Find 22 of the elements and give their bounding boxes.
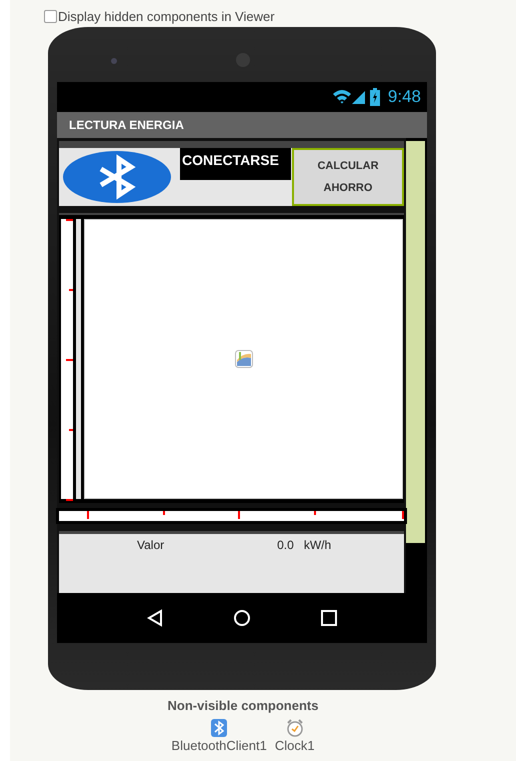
- back-icon[interactable]: [146, 609, 164, 627]
- section-title: Non-visible components: [168, 698, 318, 713]
- hidden-components-option[interactable]: Display hidden components in Viewer: [10, 0, 516, 25]
- chart-icon: [234, 350, 252, 368]
- value-label: Valor: [137, 538, 164, 552]
- bluetooth-icon[interactable]: [211, 719, 228, 737]
- camera-icon: [111, 58, 117, 64]
- home-icon[interactable]: [232, 609, 251, 627]
- wifi-signal-icon: [332, 88, 366, 106]
- calculate-button[interactable]: CALCULAR AHORRO: [292, 148, 404, 206]
- component-name: Clock1: [274, 738, 315, 753]
- checkbox[interactable]: [44, 10, 57, 22]
- value-reading: 0.0: [277, 538, 294, 552]
- alarm-clock-icon[interactable]: [286, 719, 304, 737]
- recent-apps-icon[interactable]: [320, 609, 338, 627]
- option-label: Display hidden components in Viewer: [58, 8, 275, 24]
- app-title: LECTURA ENERGIA: [69, 118, 184, 132]
- clock-time: 9:48: [388, 87, 421, 107]
- battery-icon: [370, 88, 380, 106]
- unit-label: kW/h: [304, 538, 332, 552]
- component-name: BluetoothClient1: [171, 738, 267, 753]
- connect-label: CONECTARSE: [180, 148, 291, 180]
